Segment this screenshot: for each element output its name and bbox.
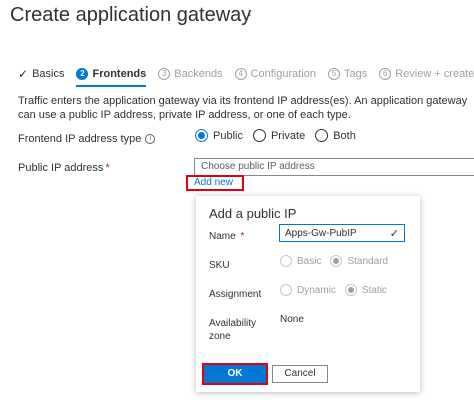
step-number-icon: 5	[328, 68, 340, 80]
step-label: Review + create	[395, 68, 474, 80]
radio-icon	[315, 129, 329, 142]
required-marker: *	[240, 231, 245, 242]
add-new-link[interactable]: Add new	[186, 175, 244, 191]
step-configuration[interactable]: 4 Configuration	[234, 68, 316, 80]
radio-public[interactable]: Public	[195, 129, 243, 142]
step-number-icon: 4	[234, 68, 247, 80]
step-label: Frontends	[92, 68, 147, 80]
step-label: Backends	[174, 68, 223, 80]
radio-sku-standard[interactable]: Standard	[330, 255, 388, 267]
step-number-icon: 6	[379, 68, 392, 80]
frontend-ip-type-radio-group: Public Private Both	[195, 129, 366, 142]
checkmark-icon: ✓	[18, 67, 29, 81]
validation-check-icon: ✓	[389, 227, 399, 240]
radio-icon	[280, 284, 292, 296]
radio-icon	[280, 255, 292, 267]
radio-icon	[252, 129, 266, 142]
assignment-radio-group: Dynamic Static	[280, 284, 396, 296]
step-number-icon: 2	[76, 68, 89, 80]
step-label: Configuration	[250, 68, 316, 80]
step-number-icon: 3	[158, 68, 171, 80]
required-marker: *	[105, 162, 110, 174]
step-basics[interactable]: ✓ Basics	[18, 67, 64, 81]
radio-sku-basic[interactable]: Basic	[280, 255, 321, 267]
add-public-ip-dialog: Add a public IP Name * Apps-Gw-PubIP ✓ S…	[196, 196, 420, 392]
info-icon[interactable]: i	[145, 134, 156, 145]
availability-zone-label: Availability zone	[209, 318, 257, 342]
name-input[interactable]: Apps-Gw-PubIP ✓	[279, 224, 405, 242]
frontend-ip-type-label: Frontend IP address type i	[18, 133, 156, 145]
cancel-button[interactable]: Cancel	[272, 365, 328, 383]
step-label: Basics	[32, 68, 65, 80]
radio-selected-icon	[195, 129, 208, 142]
sku-radio-group: Basic Standard	[280, 255, 397, 267]
step-backends[interactable]: 3 Backends	[158, 68, 223, 80]
public-ip-label: Public IP address *	[18, 162, 110, 174]
radio-selected-icon	[344, 284, 357, 296]
frontend-description: Traffic enters the application gateway v…	[18, 95, 468, 121]
step-tags[interactable]: 5 Tags	[328, 68, 367, 80]
radio-both[interactable]: Both	[315, 129, 356, 142]
name-label: Name *	[209, 231, 245, 242]
ok-button[interactable]: OK	[202, 363, 268, 385]
radio-assignment-dynamic[interactable]: Dynamic	[280, 284, 336, 296]
more-options-icon[interactable]: ···	[236, 6, 253, 22]
sku-label: SKU	[209, 260, 230, 271]
dialog-title: Add a public IP	[209, 206, 297, 221]
radio-selected-icon	[330, 255, 343, 267]
step-review-create[interactable]: 6 Review + create	[379, 68, 474, 80]
availability-zone-value: None	[280, 314, 304, 325]
wizard-steps: ✓ Basics 2 Frontends 3 Backends 4 Config…	[18, 63, 474, 87]
public-ip-select[interactable]: Choose public IP address	[194, 158, 474, 176]
step-label: Tags	[344, 68, 368, 80]
radio-private[interactable]: Private	[252, 129, 305, 142]
assignment-label: Assignment	[209, 289, 262, 300]
step-frontends[interactable]: 2 Frontends	[76, 68, 147, 87]
radio-assignment-static[interactable]: Static	[344, 284, 387, 296]
page-title: Create application gateway	[10, 4, 252, 26]
